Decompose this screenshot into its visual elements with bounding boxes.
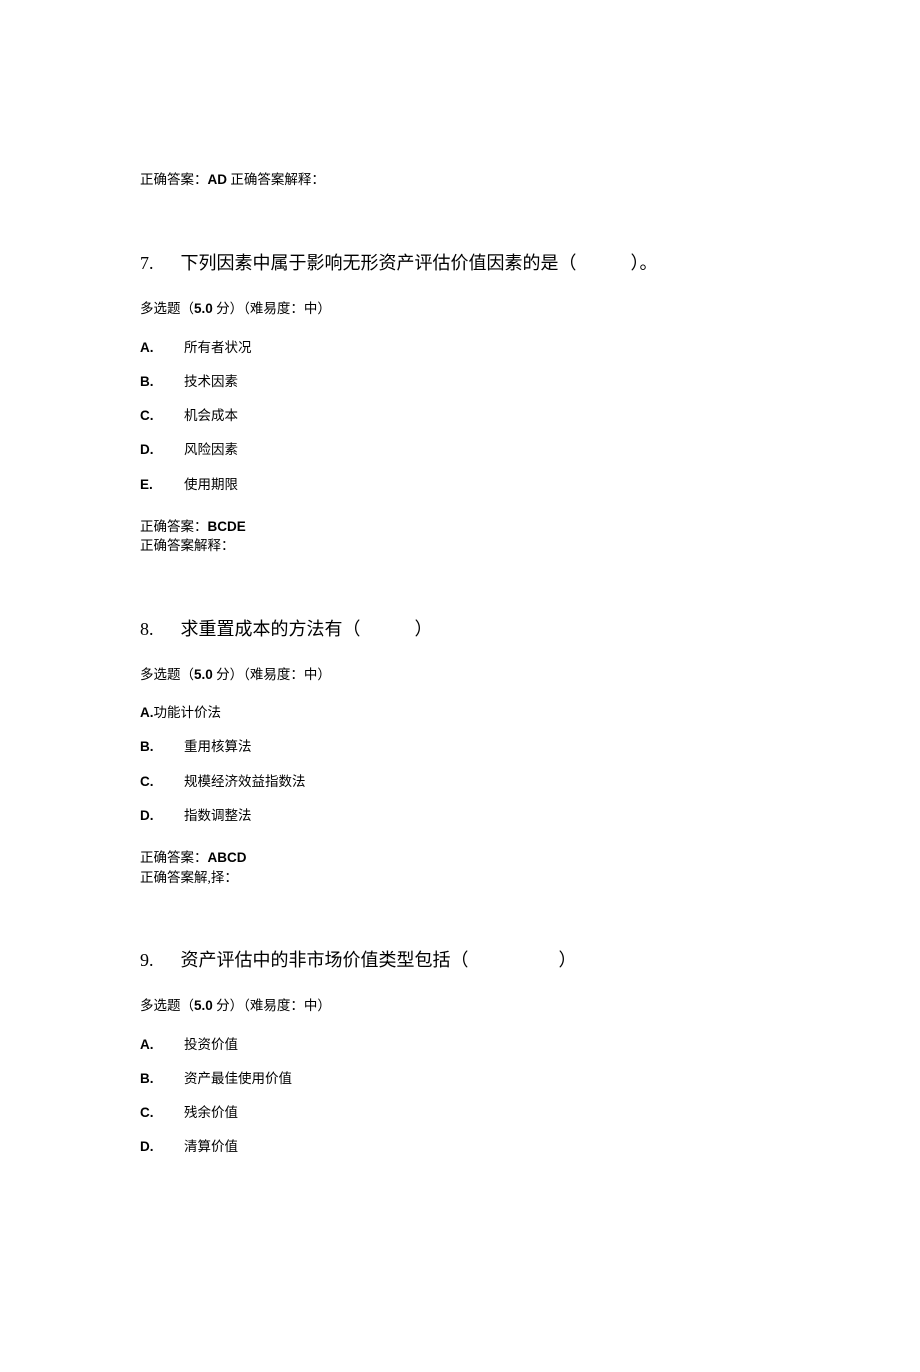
option-letter: B. bbox=[140, 1069, 184, 1089]
prev-answer-line: 正确答案：AD 正确答案解释： bbox=[140, 170, 780, 190]
q7-option-a: A.所有者状况 bbox=[140, 338, 780, 358]
q7-option-b: B.技术因素 bbox=[140, 372, 780, 392]
option-text: 机会成本 bbox=[184, 408, 238, 423]
q9-meta-after: 分）（难易度：中） bbox=[213, 998, 331, 1013]
q9-number: 9. bbox=[140, 947, 176, 974]
option-letter: C. bbox=[140, 1103, 184, 1123]
q7-option-d: D.风险因素 bbox=[140, 440, 780, 460]
q9-option-d: D.清算价值 bbox=[140, 1137, 780, 1157]
option-text: 投资价值 bbox=[184, 1037, 238, 1052]
option-letter: B. bbox=[140, 372, 184, 392]
q8-option-c: C.规模经济效益指数法 bbox=[140, 772, 780, 792]
prev-explain-label: 正确答案解释： bbox=[227, 172, 325, 187]
q9-option-a: A.投资价值 bbox=[140, 1035, 780, 1055]
q7-meta-before: 多选题（ bbox=[140, 301, 194, 316]
q7-title-before: 下列因素中属于影响无形资产评估价值因素的是（ bbox=[181, 253, 577, 273]
option-letter: D. bbox=[140, 806, 184, 826]
option-letter: A. bbox=[140, 338, 184, 358]
q7-meta-points: 5.0 bbox=[194, 301, 213, 316]
q8-number: 8. bbox=[140, 616, 176, 643]
q8-meta: 多选题（5.0 分）（难易度：中） bbox=[140, 665, 780, 685]
q8-title-before: 求重置成本的方法有（ bbox=[181, 619, 361, 639]
q7-meta-after: 分）（难易度：中） bbox=[213, 301, 331, 316]
option-letter: D. bbox=[140, 440, 184, 460]
q7-meta: 多选题（5.0 分）（难易度：中） bbox=[140, 299, 780, 319]
q7-option-e: E.使用期限 bbox=[140, 475, 780, 495]
q9-title-before: 资产评估中的非市场价值类型包括（ bbox=[181, 950, 469, 970]
q7-number: 7. bbox=[140, 250, 176, 277]
option-letter: B. bbox=[140, 737, 184, 757]
q7-answer-label: 正确答案： bbox=[140, 519, 208, 534]
question-8-title: 8. 求重置成本的方法有（ ） bbox=[140, 616, 780, 643]
option-letter: C. bbox=[140, 406, 184, 426]
option-text: 资产最佳使用价值 bbox=[184, 1071, 292, 1086]
question-9-title: 9. 资产评估中的非市场价值类型包括（ ） bbox=[140, 947, 780, 974]
q7-option-c: C.机会成本 bbox=[140, 406, 780, 426]
option-text: 重用核算法 bbox=[184, 739, 252, 754]
option-letter: C. bbox=[140, 772, 184, 792]
q9-meta: 多选题（5.0 分）（难易度：中） bbox=[140, 996, 780, 1016]
q8-option-d: D.指数调整法 bbox=[140, 806, 780, 826]
question-7-title: 7. 下列因素中属于影响无形资产评估价值因素的是（ ）。 bbox=[140, 250, 780, 277]
option-text: 规模经济效益指数法 bbox=[184, 774, 306, 789]
q8-title-after: ） bbox=[415, 619, 433, 639]
option-text: 残余价值 bbox=[184, 1105, 238, 1120]
option-text: 所有者状况 bbox=[184, 340, 252, 355]
q9-meta-points: 5.0 bbox=[194, 998, 213, 1013]
option-text: 指数调整法 bbox=[184, 808, 252, 823]
q8-meta-after: 分）（难易度：中） bbox=[213, 667, 331, 682]
option-text: 技术因素 bbox=[184, 374, 238, 389]
q8-meta-points: 5.0 bbox=[194, 667, 213, 682]
option-letter: A. bbox=[140, 1035, 184, 1055]
option-text: 风险因素 bbox=[184, 442, 238, 457]
q8-explain-label: 正确答案解,择： bbox=[140, 868, 780, 888]
option-letter: E. bbox=[140, 475, 184, 495]
q8-answer-value: ABCD bbox=[208, 850, 247, 865]
q7-answer-block: 正确答案：BCDE 正确答案解释： bbox=[140, 517, 780, 556]
q8-option-a: A.功能计价法 bbox=[140, 703, 780, 723]
q8-meta-before: 多选题（ bbox=[140, 667, 194, 682]
prev-answer-label: 正确答案： bbox=[140, 172, 208, 187]
option-letter: A. bbox=[140, 705, 154, 720]
q8-answer-block: 正确答案：ABCD 正确答案解,择： bbox=[140, 848, 780, 887]
q7-title-after: ）。 bbox=[631, 253, 658, 273]
q8-answer-label: 正确答案： bbox=[140, 850, 208, 865]
option-text: 清算价值 bbox=[184, 1139, 238, 1154]
question-8: 8. 求重置成本的方法有（ ） 多选题（5.0 分）（难易度：中） A.功能计价… bbox=[140, 616, 780, 887]
option-text: 功能计价法 bbox=[154, 705, 222, 720]
prev-answer-value: AD bbox=[208, 172, 228, 187]
q9-meta-before: 多选题（ bbox=[140, 998, 194, 1013]
option-text: 使用期限 bbox=[184, 477, 238, 492]
question-7: 7. 下列因素中属于影响无形资产评估价值因素的是（ ）。 多选题（5.0 分）（… bbox=[140, 250, 780, 556]
option-letter: D. bbox=[140, 1137, 184, 1157]
q7-answer-value: BCDE bbox=[208, 519, 246, 534]
q9-title-after: ） bbox=[559, 950, 577, 970]
q9-option-c: C.残余价值 bbox=[140, 1103, 780, 1123]
question-9: 9. 资产评估中的非市场价值类型包括（ ） 多选题（5.0 分）（难易度：中） … bbox=[140, 947, 780, 1157]
q9-option-b: B.资产最佳使用价值 bbox=[140, 1069, 780, 1089]
q8-option-b: B.重用核算法 bbox=[140, 737, 780, 757]
q7-explain-label: 正确答案解释： bbox=[140, 536, 780, 556]
